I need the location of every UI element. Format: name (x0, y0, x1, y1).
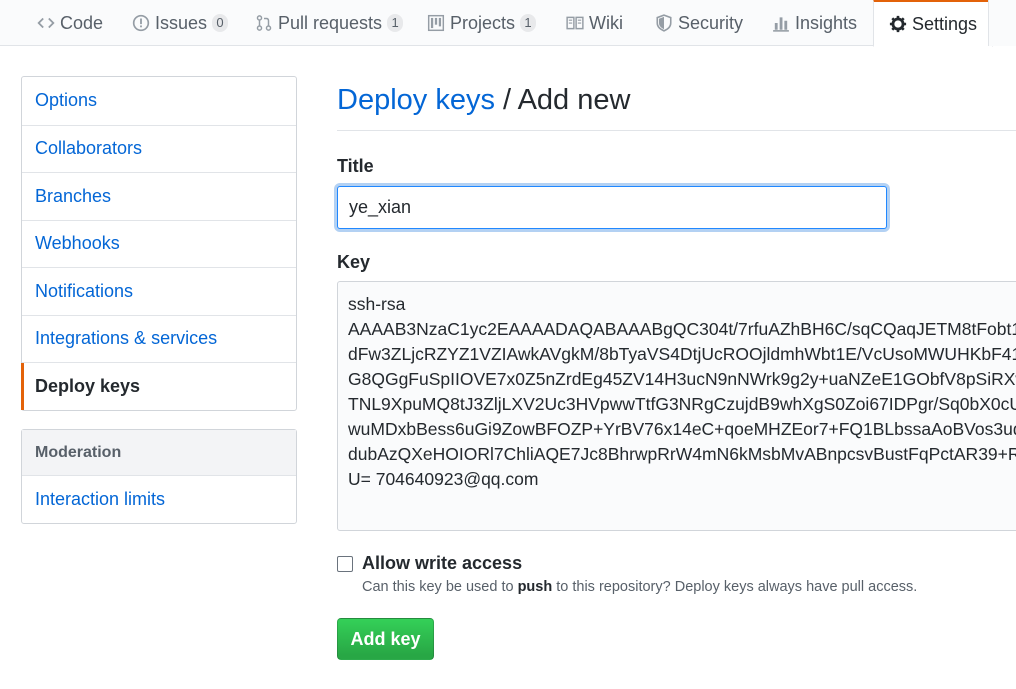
gear-icon (889, 15, 907, 33)
breadcrumb-separator: / (503, 84, 512, 116)
tab-security[interactable]: Security (655, 0, 743, 46)
tab-label: Insights (795, 12, 858, 33)
code-icon (37, 14, 55, 32)
key-text-line: wuMDxbBess6uGi9ZowBFOZP+YrBV76x14eC+qoeM… (348, 419, 1016, 439)
key-label: Key (337, 252, 371, 272)
page-title: Deploy keys / Add new (337, 84, 630, 117)
tab-label: Issues (155, 12, 208, 33)
key-text-line: U= 704640923@qq.com (348, 469, 539, 489)
sidebar-item-options[interactable]: Options (22, 77, 296, 125)
sidebar-item-branches[interactable]: Branches (22, 172, 296, 220)
graph-icon (772, 14, 790, 32)
key-text-line: TNL9XpuMQ8tJ3ZljLXV2Uc3HVpwwTtfG3NRgCzuj… (348, 394, 1016, 414)
tab-projects[interactable]: Projects 1 (427, 0, 537, 46)
project-icon (427, 14, 445, 32)
allow-write-label[interactable]: Allow write access (362, 553, 522, 574)
sidebar-item-integrations[interactable]: Integrations & services (22, 314, 296, 363)
tab-label: Projects (450, 12, 516, 33)
key-textarea[interactable]: ssh-rsa AAAAB3NzaC1yc2EAAAADAQABAAABgQC3… (337, 281, 1016, 531)
tab-code[interactable]: Code (37, 0, 103, 46)
key-text-line: dubAzQXeHOIORl7ChliAQE7Jc8BhrwpRrW4mN6kM… (348, 444, 1016, 464)
add-key-button[interactable]: Add key (337, 618, 434, 660)
note-bold-push: push (517, 579, 553, 595)
tab-insights[interactable]: Insights (772, 0, 857, 46)
sidebar-item-collaborators[interactable]: Collaborators (22, 124, 296, 173)
settings-sidebar-menu: Options Collaborators Branches Webhooks … (21, 76, 297, 411)
sidebar-item-notifications[interactable]: Notifications (22, 267, 296, 315)
sidebar-item-webhooks[interactable]: Webhooks (22, 219, 296, 268)
page-title-text: Add new (517, 84, 631, 116)
tab-settings[interactable]: Settings (873, 0, 994, 47)
breadcrumb-deploy-keys[interactable]: Deploy keys (337, 84, 495, 116)
tab-label: Settings (912, 13, 978, 34)
tab-issues[interactable]: Issues 0 (132, 0, 229, 46)
allow-write-checkbox[interactable] (337, 556, 353, 572)
tab-pull-requests[interactable]: Pull requests 1 (255, 0, 404, 46)
issue-opened-icon (132, 14, 150, 32)
book-icon (566, 14, 584, 32)
git-pull-request-icon (255, 14, 273, 32)
tab-wiki[interactable]: Wiki (566, 0, 623, 46)
sidebar-item-interaction-limits[interactable]: Interaction limits (22, 476, 296, 523)
heading-divider (337, 130, 1016, 131)
tab-bar-filler (988, 0, 1016, 46)
title-label: Title (337, 156, 374, 176)
moderation-heading: Moderation (22, 430, 296, 476)
key-text-line: dFw3ZLjcRZYZ1VZIAwkAVgkM/8bTyaVS4DtjUcRO… (348, 344, 1016, 364)
tab-label: Security (678, 12, 744, 33)
allow-write-note: Can this key be used to push to this rep… (362, 579, 917, 595)
moderation-sidebar-menu: Moderation Interaction limits (21, 429, 297, 524)
shield-icon (655, 14, 673, 32)
note-prefix: Can this key be used to (362, 579, 518, 595)
tab-label: Pull requests (278, 12, 383, 33)
key-text-line: AAAAB3NzaC1yc2EAAAADAQABAAABgQC304t/7rfu… (348, 319, 1016, 339)
projects-counter: 1 (520, 14, 537, 32)
issues-counter: 0 (212, 14, 229, 32)
tab-label: Code (60, 12, 104, 33)
title-input[interactable] (337, 186, 887, 229)
repo-nav-tabs: Code Issues 0 Pull requests 1 Projects 1… (0, 0, 1016, 47)
sidebar-item-deploy-keys[interactable]: Deploy keys (21, 362, 296, 410)
note-suffix: to this repository? Deploy keys always h… (552, 579, 918, 595)
tab-label: Wiki (589, 12, 623, 33)
key-text-line: G8QGgFuSpIIOVE7x0Z5nZrdEg45ZV14H3ucN9nNW… (348, 369, 1016, 389)
pull-requests-counter: 1 (387, 14, 404, 32)
key-text-line: ssh-rsa (348, 294, 406, 314)
